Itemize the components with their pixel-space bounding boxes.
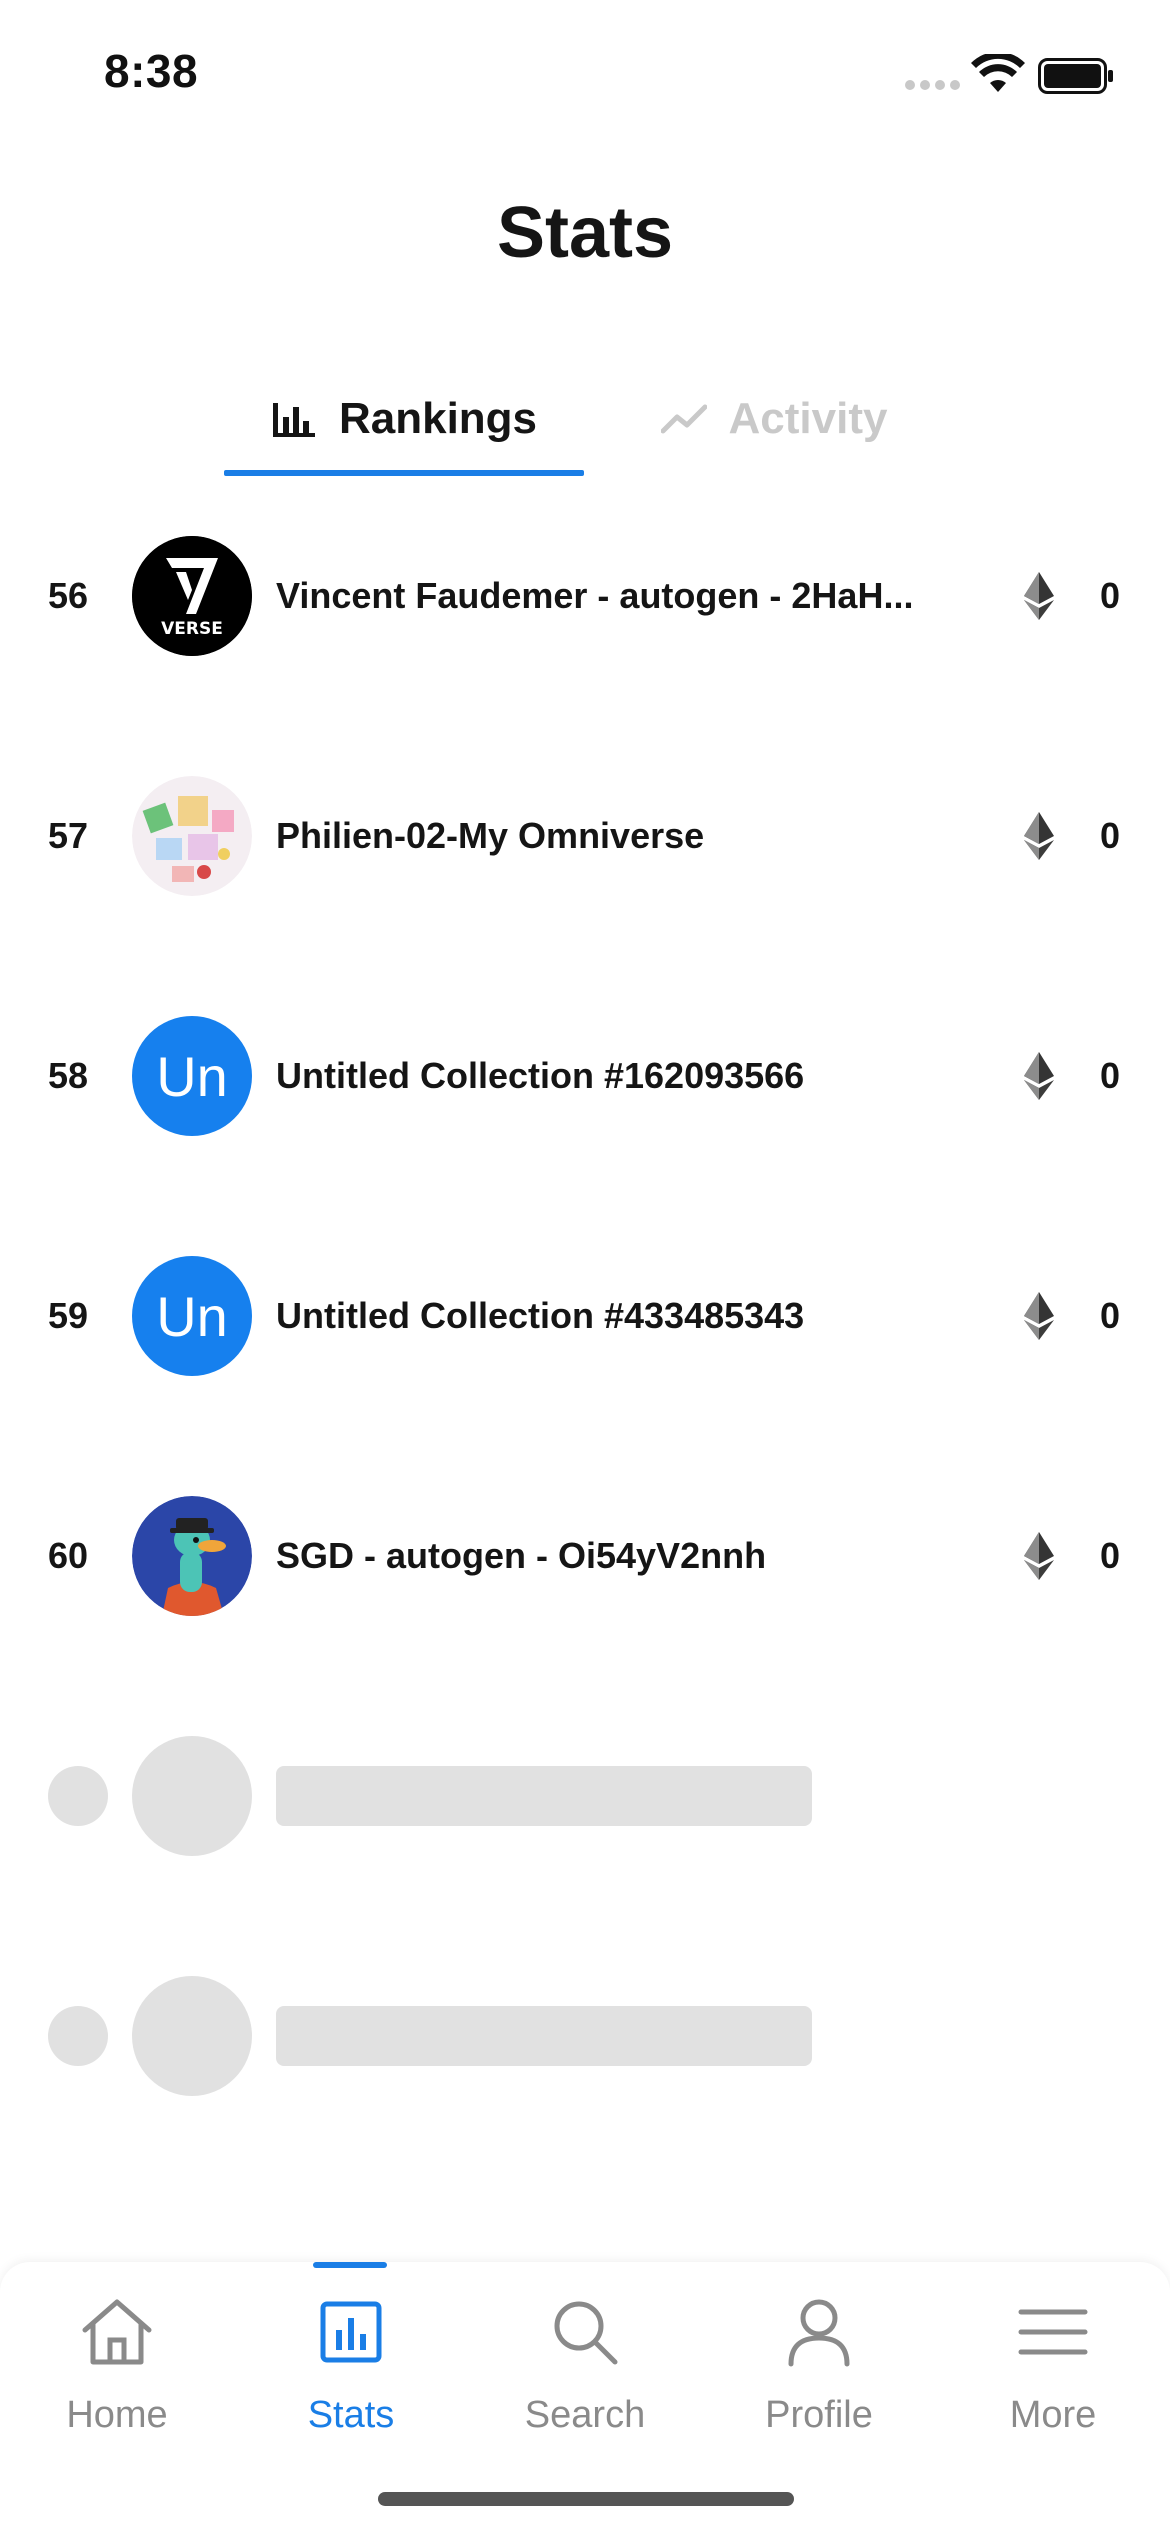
collection-avatar <box>132 1496 252 1616</box>
volume-value: 0 <box>1099 1535 1120 1576</box>
duck-image <box>132 1496 252 1616</box>
collection-avatar: Un <box>132 1016 252 1136</box>
trend-line-icon <box>660 404 707 434</box>
tab-activity-label: Activity <box>728 394 888 443</box>
rank-number: 60 <box>48 1535 89 1576</box>
nav-profile[interactable]: Profile <box>702 2262 936 2462</box>
battery-icon <box>1038 58 1113 94</box>
collection-name: Untitled Collection #433485343 <box>276 1295 805 1336</box>
collection-name: Philien-02-My Omniverse <box>276 815 705 856</box>
volume-value: 0 <box>1099 575 1120 616</box>
nav-home-label: Home <box>66 2394 168 2436</box>
collection-avatar: Un <box>132 1256 252 1376</box>
ethereum-icon <box>1024 1052 1054 1100</box>
skeleton-avatar <box>132 1736 252 1856</box>
ethereum-icon <box>1024 572 1054 620</box>
loading-skeleton-row <box>0 1916 1170 2156</box>
ranking-row[interactable]: 57 Philien-02-My Omniverse 0 <box>0 716 1170 956</box>
rank-number: 56 <box>48 575 89 616</box>
skeleton-avatar <box>132 1976 252 2096</box>
ranking-row[interactable]: 60 SGD - autogen - Oi54yV2nnh 0 <box>0 1436 1170 1676</box>
volume-value: 0 <box>1099 815 1120 856</box>
collection-name: SGD - autogen - Oi54yV2nnh <box>276 1535 767 1576</box>
status-time: 8:38 <box>104 45 199 97</box>
bar-chart-icon <box>272 403 315 437</box>
collection-name: Vincent Faudemer - autogen - 2HaH... <box>276 575 914 616</box>
menu-icon <box>1018 2309 1088 2355</box>
collage-image <box>132 776 252 896</box>
nav-more-label: More <box>1009 2394 1097 2436</box>
ranking-row[interactable]: 58 Un Untitled Collection #162093566 0 <box>0 956 1170 1196</box>
rank-number: 59 <box>48 1295 89 1336</box>
volume-value: 0 <box>1099 1295 1120 1336</box>
verse-logo-text: VERSE <box>161 619 223 639</box>
volume-value: 0 <box>1099 1055 1120 1096</box>
cellular-signal-icon <box>905 80 960 90</box>
ranking-row[interactable]: 59 Un Untitled Collection #433485343 0 <box>0 1196 1170 1436</box>
loading-skeleton-row <box>0 1676 1170 1916</box>
nav-profile-label: Profile <box>765 2394 873 2436</box>
ethereum-icon <box>1024 812 1054 860</box>
stats-icon <box>320 2301 382 2363</box>
nav-home[interactable]: Home <box>0 2262 234 2462</box>
collection-avatar: VERSE <box>132 536 252 656</box>
collection-name: Untitled Collection #162093566 <box>276 1055 805 1096</box>
skeleton-name <box>276 1766 812 1826</box>
tab-rankings-label: Rankings <box>338 394 538 443</box>
search-icon <box>554 2301 618 2365</box>
wifi-icon <box>971 54 1025 92</box>
ethereum-icon <box>1024 1532 1054 1580</box>
nav-stats[interactable]: Stats <box>234 2262 468 2462</box>
home-indicator <box>378 2492 794 2506</box>
ethereum-icon <box>1024 1292 1054 1340</box>
nav-stats-label: Stats <box>307 2394 395 2436</box>
status-bar: 8:38 <box>0 0 1170 150</box>
tab-rankings[interactable]: Rankings <box>224 360 584 478</box>
ranking-row[interactable]: 56 VERSE Vincent Faudemer - autogen - 2H… <box>0 476 1170 716</box>
tab-activity[interactable]: Activity <box>624 360 924 478</box>
nav-search[interactable]: Search <box>468 2262 702 2462</box>
skeleton-rank <box>48 1766 108 1826</box>
nav-more[interactable]: More <box>936 2262 1170 2462</box>
collection-avatar <box>132 776 252 896</box>
verse-logo-icon: VERSE <box>132 536 252 656</box>
home-icon <box>82 2299 152 2365</box>
skeleton-rank <box>48 2006 108 2066</box>
rank-number: 58 <box>48 1055 89 1096</box>
skeleton-name <box>276 2006 812 2066</box>
nav-search-label: Search <box>524 2394 646 2436</box>
page-title: Stats <box>496 193 674 273</box>
rank-number: 57 <box>48 815 89 856</box>
stats-tabs: Rankings Activity <box>0 360 1170 478</box>
profile-icon <box>788 2299 850 2367</box>
